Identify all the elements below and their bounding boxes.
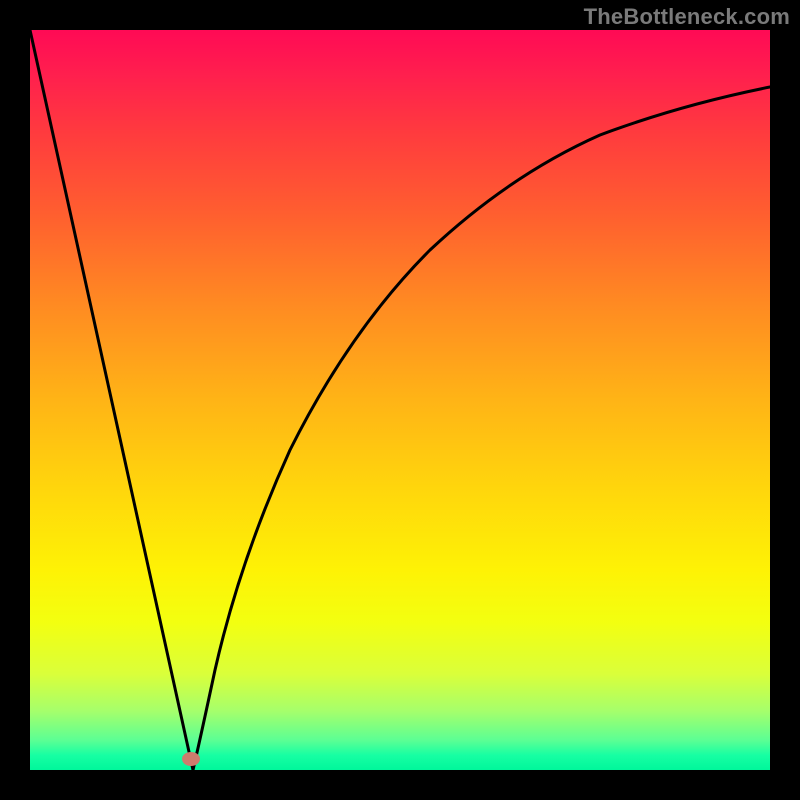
watermark-text: TheBottleneck.com xyxy=(584,4,790,30)
vertex-marker xyxy=(182,752,200,766)
left-line xyxy=(30,30,193,770)
plot-area xyxy=(30,30,770,770)
curve-svg xyxy=(30,30,770,770)
right-curve xyxy=(193,87,770,770)
chart-frame: TheBottleneck.com xyxy=(0,0,800,800)
